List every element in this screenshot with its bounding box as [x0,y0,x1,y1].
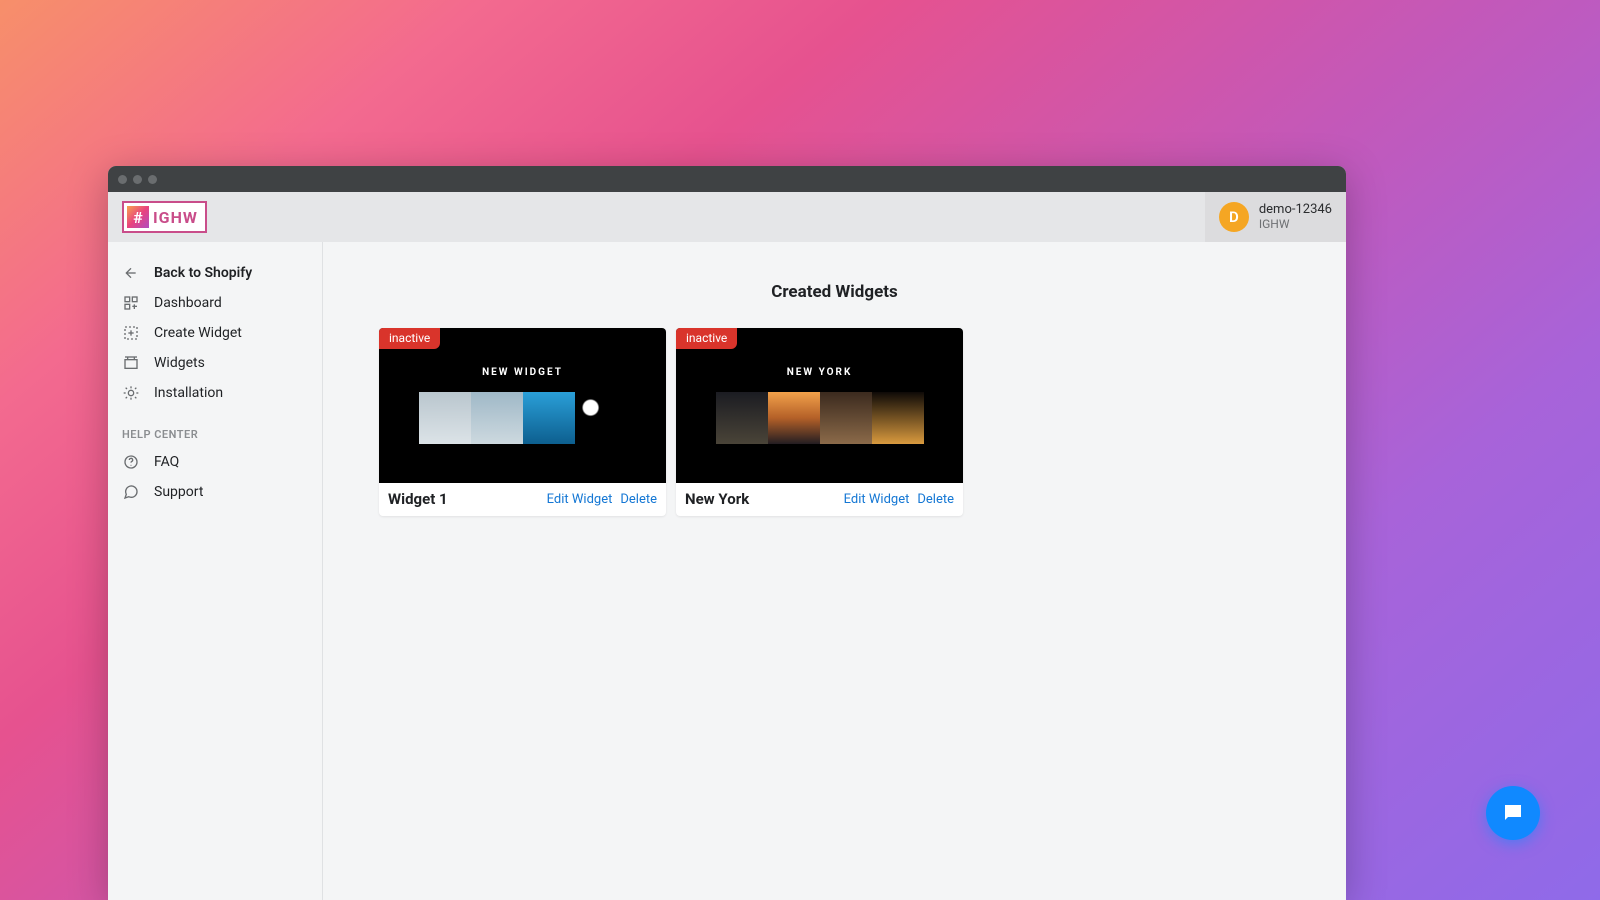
sidebar-item-label: Support [154,484,203,500]
preview-thumbs [716,392,924,444]
preview-title: NEW WIDGET [482,367,563,378]
preview-title: NEW YORK [787,367,853,378]
avatar: D [1219,202,1249,232]
edit-widget-link[interactable]: Edit Widget [844,492,910,507]
widget-preview[interactable]: inactive NEW YORK [676,328,963,483]
app-window: # IGHW D demo-12346 IGHW Back to Shopify [108,166,1346,900]
sidebar-item-label: Create Widget [154,325,242,341]
page-title: Created Widgets [379,282,1290,302]
thumb-image [716,392,768,444]
widget-card-footer: Widget 1 Edit Widget Delete [379,483,666,516]
widget-name: Widget 1 [388,490,448,508]
sidebar-item-label: Back to Shopify [154,265,252,281]
topbar: # IGHW D demo-12346 IGHW [108,192,1346,242]
widget-card: inactive NEW WIDGET Widget 1 [379,328,666,516]
sidebar-section-header: HELP CENTER [108,408,322,447]
window-titlebar [108,166,1346,192]
widget-preview[interactable]: inactive NEW WIDGET [379,328,666,483]
create-icon [122,324,140,342]
account-menu[interactable]: D demo-12346 IGHW [1205,192,1346,242]
sidebar-item-widgets[interactable]: Widgets [108,348,322,378]
widgets-icon [122,354,140,372]
status-badge: inactive [676,328,737,349]
question-icon [122,453,140,471]
logo-hash-icon: # [127,206,149,228]
chat-bubble-icon [1501,801,1525,825]
thumb-image [768,392,820,444]
sidebar-item-label: Installation [154,385,223,401]
logo-text: IGHW [153,208,198,227]
sidebar-item-faq[interactable]: FAQ [108,447,322,477]
edit-widget-link[interactable]: Edit Widget [547,492,613,507]
install-icon [122,384,140,402]
dashboard-icon [122,294,140,312]
status-badge: inactive [379,328,440,349]
thumb-image [419,392,471,444]
window-dot [133,175,142,184]
thumb-image [820,392,872,444]
thumb-image [575,392,627,444]
window-dot [148,175,157,184]
sidebar-item-dashboard[interactable]: Dashboard [108,288,322,318]
delete-widget-link[interactable]: Delete [917,492,954,507]
sidebar-item-support[interactable]: Support [108,477,322,507]
sidebar-item-create-widget[interactable]: Create Widget [108,318,322,348]
widget-grid: inactive NEW WIDGET Widget 1 [379,328,1290,516]
thumb-image [872,392,924,444]
widget-card-footer: New York Edit Widget Delete [676,483,963,516]
delete-widget-link[interactable]: Delete [620,492,657,507]
main-content: Created Widgets inactive NEW WIDGET [323,242,1346,900]
account-sub: IGHW [1259,218,1332,232]
sidebar-item-installation[interactable]: Installation [108,378,322,408]
sidebar-item-label: FAQ [154,454,179,470]
sidebar-item-label: Widgets [154,355,205,371]
thumb-image [471,392,523,444]
window-dot [118,175,127,184]
account-text: demo-12346 IGHW [1259,203,1332,232]
sidebar-item-label: Dashboard [154,295,222,311]
widget-name: New York [685,490,749,508]
arrow-left-icon [122,264,140,282]
app-logo[interactable]: # IGHW [122,201,207,233]
widget-card: inactive NEW YORK New York [676,328,963,516]
account-name: demo-12346 [1259,203,1332,218]
chat-icon [122,483,140,501]
sidebar-item-back[interactable]: Back to Shopify [108,258,322,288]
thumb-image [523,392,575,444]
sidebar: Back to Shopify Dashboard Create Widget [108,242,323,900]
preview-thumbs [419,392,627,444]
chat-fab[interactable] [1486,786,1540,840]
